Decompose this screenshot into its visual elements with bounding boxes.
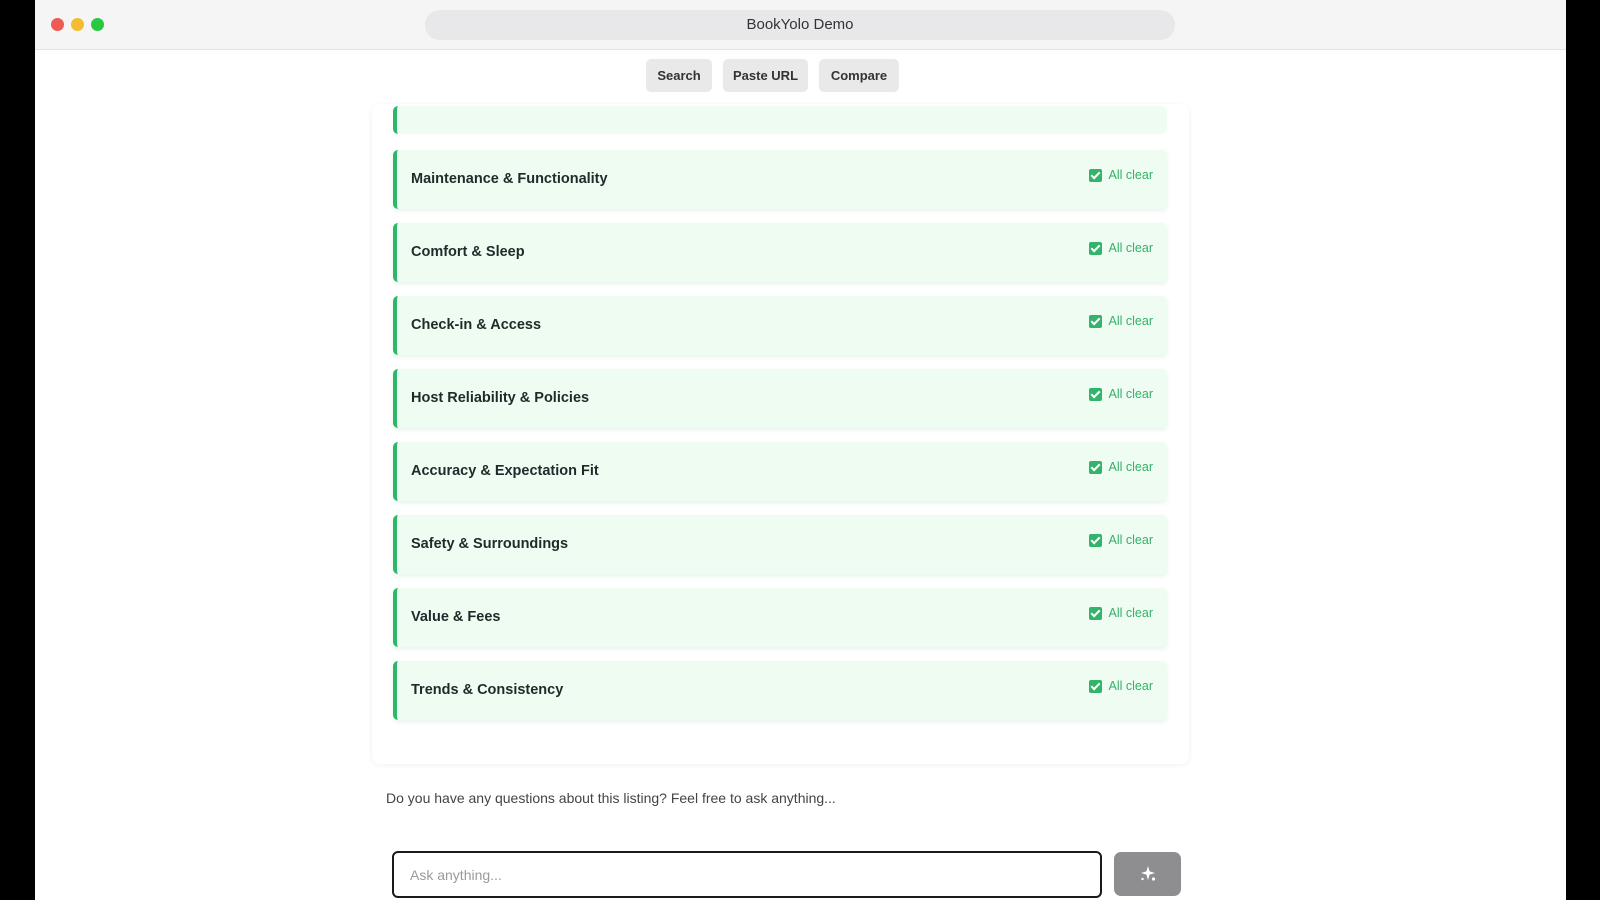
category-row-partial — [393, 106, 1167, 134]
address-bar[interactable]: BookYolo Demo — [425, 10, 1175, 40]
close-window-button[interactable] — [51, 18, 64, 31]
category-status: All clear — [1088, 532, 1153, 548]
category-row[interactable]: Safety & Surroundings All clear — [393, 515, 1167, 574]
category-status: All clear — [1088, 240, 1153, 256]
compare-button[interactable]: Compare — [819, 59, 899, 92]
send-button[interactable] — [1114, 852, 1181, 896]
title-bar: BookYolo Demo — [35, 0, 1566, 50]
category-status: All clear — [1088, 167, 1153, 183]
status-text: All clear — [1108, 387, 1153, 401]
category-label: Value & Fees — [411, 609, 501, 625]
status-text: All clear — [1108, 606, 1153, 620]
category-status: All clear — [1088, 386, 1153, 402]
ask-input[interactable] — [392, 851, 1102, 898]
top-nav: Search Paste URL Compare — [35, 59, 1566, 93]
category-label: Accuracy & Expectation Fit — [411, 463, 599, 479]
browser-window: BookYolo Demo Search Paste URL Compare M… — [35, 0, 1566, 900]
sparkle-icon — [1140, 866, 1155, 881]
checkbox-checked-icon — [1088, 387, 1102, 401]
chat-prompt: Do you have any questions about this lis… — [386, 790, 836, 806]
maximize-window-button[interactable] — [91, 18, 104, 31]
category-label: Maintenance & Functionality — [411, 171, 608, 187]
checkbox-checked-icon — [1088, 533, 1102, 547]
category-status: All clear — [1088, 678, 1153, 694]
status-text: All clear — [1108, 679, 1153, 693]
category-row[interactable]: Comfort & Sleep All clear — [393, 223, 1167, 282]
category-label: Safety & Surroundings — [411, 536, 569, 552]
category-label: Check-in & Access — [411, 317, 542, 333]
category-row[interactable]: Host Reliability & Policies All clear — [393, 369, 1167, 428]
checkbox-checked-icon — [1088, 460, 1102, 474]
status-text: All clear — [1108, 460, 1153, 474]
category-status: All clear — [1088, 459, 1153, 475]
status-text: All clear — [1108, 314, 1153, 328]
checkbox-checked-icon — [1088, 168, 1102, 182]
search-button[interactable]: Search — [646, 59, 712, 92]
category-row[interactable]: Maintenance & Functionality All clear — [393, 150, 1167, 209]
category-row[interactable]: Accuracy & Expectation Fit All clear — [393, 442, 1167, 501]
category-row[interactable]: Trends & Consistency All clear — [393, 661, 1167, 720]
checkbox-checked-icon — [1088, 679, 1102, 693]
minimize-window-button[interactable] — [71, 18, 84, 31]
category-row[interactable]: Value & Fees All clear — [393, 588, 1167, 647]
category-row[interactable]: Check-in & Access All clear — [393, 296, 1167, 355]
status-text: All clear — [1108, 168, 1153, 182]
category-status: All clear — [1088, 605, 1153, 621]
category-label: Comfort & Sleep — [411, 244, 525, 260]
checkbox-checked-icon — [1088, 314, 1102, 328]
checkbox-checked-icon — [1088, 606, 1102, 620]
category-label: Host Reliability & Policies — [411, 390, 590, 406]
paste-url-button[interactable]: Paste URL — [723, 59, 808, 92]
category-status: All clear — [1088, 313, 1153, 329]
status-text: All clear — [1108, 533, 1153, 547]
checkbox-checked-icon — [1088, 241, 1102, 255]
category-label: Trends & Consistency — [411, 682, 564, 698]
status-text: All clear — [1108, 241, 1153, 255]
